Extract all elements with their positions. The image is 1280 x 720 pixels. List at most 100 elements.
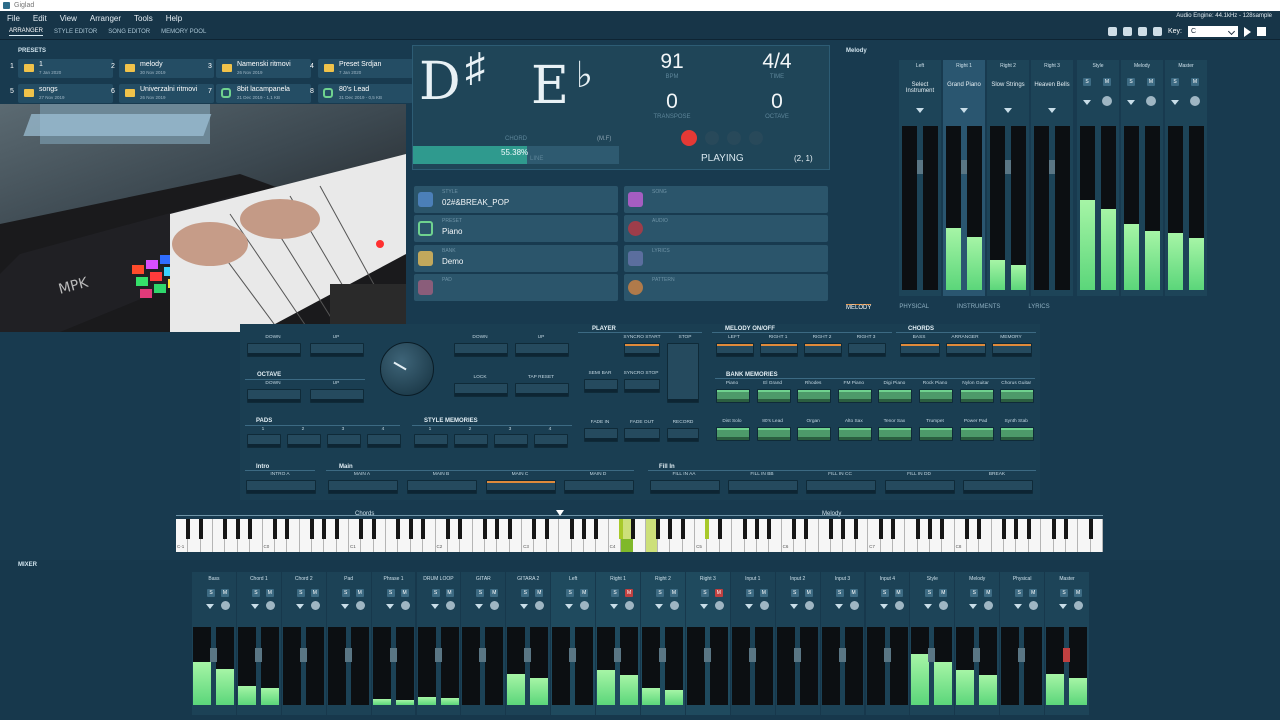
black-key[interactable] xyxy=(1051,519,1056,539)
stop-icon[interactable] xyxy=(1257,27,1267,36)
chevron-down-icon[interactable] xyxy=(1083,100,1091,105)
fader-handle[interactable] xyxy=(299,648,307,662)
solo-button[interactable]: S xyxy=(566,589,575,597)
subtab-instruments[interactable]: INSTRUMENTS xyxy=(957,304,1000,310)
solo-button[interactable]: S xyxy=(431,589,440,597)
play-icon[interactable] xyxy=(1244,26,1252,37)
chevron-down-icon[interactable] xyxy=(340,604,349,609)
record-button[interactable] xyxy=(667,428,699,442)
solo-button[interactable]: S xyxy=(835,589,844,597)
chevron-down-icon[interactable] xyxy=(250,604,259,609)
black-key[interactable] xyxy=(396,519,401,539)
black-key[interactable] xyxy=(223,519,228,539)
style-memory-button[interactable] xyxy=(494,434,528,448)
mute-button[interactable]: M xyxy=(1147,78,1155,86)
bank-memory-button[interactable] xyxy=(878,427,913,441)
transpose-display[interactable]: 0 TRANSPOSE xyxy=(642,90,702,120)
syncro-stop-button[interactable] xyxy=(624,379,660,393)
style-selector[interactable]: STYLE 02#&BREAK_POP xyxy=(414,186,618,213)
black-key[interactable] xyxy=(631,519,636,539)
chevron-down-icon[interactable] xyxy=(206,604,214,609)
solo-button[interactable]: S xyxy=(880,589,889,597)
preset-item[interactable]: 4 Preset Srdjan 7 Jan 2020 xyxy=(310,59,413,78)
fader-handle[interactable] xyxy=(703,648,711,662)
tab-memory-pool[interactable]: MEMORY POOL xyxy=(161,29,206,35)
black-key[interactable] xyxy=(359,519,364,539)
black-key[interactable] xyxy=(754,519,759,539)
preset-item[interactable]: 7 8bit lacampanela 21 Dec 2019 - 1,1 KB xyxy=(208,84,311,103)
melody-part-button[interactable] xyxy=(804,343,842,357)
solo-button[interactable]: S xyxy=(476,589,485,597)
solo-button[interactable]: S xyxy=(1171,78,1179,86)
mute-button[interactable]: M xyxy=(894,589,903,597)
pan-knob[interactable] xyxy=(849,601,859,610)
mute-button[interactable]: M xyxy=(714,589,723,597)
solo-button[interactable]: S xyxy=(925,589,934,597)
bank-memory-button[interactable] xyxy=(797,427,832,441)
chevron-down-icon[interactable] xyxy=(295,604,304,609)
black-key[interactable] xyxy=(680,519,685,539)
solo-button[interactable]: S xyxy=(251,589,260,597)
chevron-down-icon[interactable] xyxy=(834,604,843,609)
section-button[interactable] xyxy=(963,480,1033,494)
solo-button[interactable]: S xyxy=(386,589,395,597)
solo-button[interactable]: S xyxy=(611,589,620,597)
preset-item[interactable]: 2 melody 30 Nov 2019 xyxy=(111,59,214,78)
chevron-down-icon[interactable] xyxy=(1171,100,1179,105)
pan-knob[interactable] xyxy=(310,601,320,610)
fader-handle[interactable] xyxy=(748,648,756,662)
preset-item[interactable]: 8 80's Lead 31 Dec 2019 - 0,5 KB xyxy=(310,84,413,103)
audio-selector[interactable]: AUDIO xyxy=(624,215,828,242)
section-button[interactable] xyxy=(806,480,876,494)
fader-handle[interactable] xyxy=(659,648,666,662)
section-button[interactable] xyxy=(650,480,720,494)
bank-selector[interactable]: BANK Demo xyxy=(414,245,618,272)
menu-arranger[interactable]: Arranger xyxy=(90,14,121,23)
preset-item[interactable]: 6 Univerzalni ritmovi 26 Nov 2019 xyxy=(111,84,214,103)
black-key[interactable] xyxy=(1014,519,1019,539)
black-key[interactable] xyxy=(841,519,846,539)
melody-part-button[interactable] xyxy=(760,343,798,357)
solo-button[interactable]: S xyxy=(1060,589,1069,597)
pan-knob[interactable] xyxy=(804,601,814,610)
bank-memory-button[interactable] xyxy=(716,389,750,403)
bank-memory-button[interactable] xyxy=(837,427,872,441)
octave-up-button[interactable] xyxy=(310,389,364,403)
tempo-up-button[interactable] xyxy=(515,343,569,357)
black-key[interactable] xyxy=(445,519,450,539)
bank-memory-button[interactable] xyxy=(716,427,750,441)
black-key[interactable] xyxy=(371,519,376,539)
chevron-down-icon[interactable] xyxy=(610,604,619,609)
black-key[interactable] xyxy=(940,519,945,539)
fader-handle[interactable] xyxy=(254,648,262,662)
chevron-down-icon[interactable] xyxy=(916,108,924,113)
menu-view[interactable]: View xyxy=(60,14,77,23)
black-key[interactable] xyxy=(878,519,883,539)
bank-memory-button[interactable] xyxy=(959,427,994,441)
fader-handle[interactable] xyxy=(210,648,217,662)
fader-handle[interactable] xyxy=(434,648,442,662)
melody-part-button[interactable] xyxy=(716,343,754,357)
black-key[interactable] xyxy=(334,519,339,539)
fader-handle[interactable] xyxy=(961,160,967,174)
mute-button[interactable]: M xyxy=(221,589,229,597)
menu-help[interactable]: Help xyxy=(166,14,182,23)
pan-knob[interactable] xyxy=(400,601,410,610)
pan-knob[interactable] xyxy=(265,601,275,610)
melody-part-button[interactable] xyxy=(848,343,886,357)
mute-button[interactable]: M xyxy=(804,589,813,597)
black-key[interactable] xyxy=(742,519,747,539)
semi-bar-button[interactable] xyxy=(584,379,618,393)
solo-button[interactable]: S xyxy=(1083,78,1091,86)
chevron-down-icon[interactable] xyxy=(969,604,978,609)
fader-handle[interactable] xyxy=(1063,648,1071,662)
pad-selector[interactable]: PAD xyxy=(414,274,618,301)
transpose-down-button[interactable] xyxy=(247,343,301,357)
mute-button[interactable]: M xyxy=(445,589,454,597)
black-key[interactable] xyxy=(507,519,512,539)
fader-handle[interactable] xyxy=(479,648,487,662)
pan-knob[interactable] xyxy=(1146,96,1156,106)
style-memory-button[interactable] xyxy=(454,434,488,448)
transpose-up-button[interactable] xyxy=(310,343,364,357)
section-button[interactable] xyxy=(885,480,955,494)
